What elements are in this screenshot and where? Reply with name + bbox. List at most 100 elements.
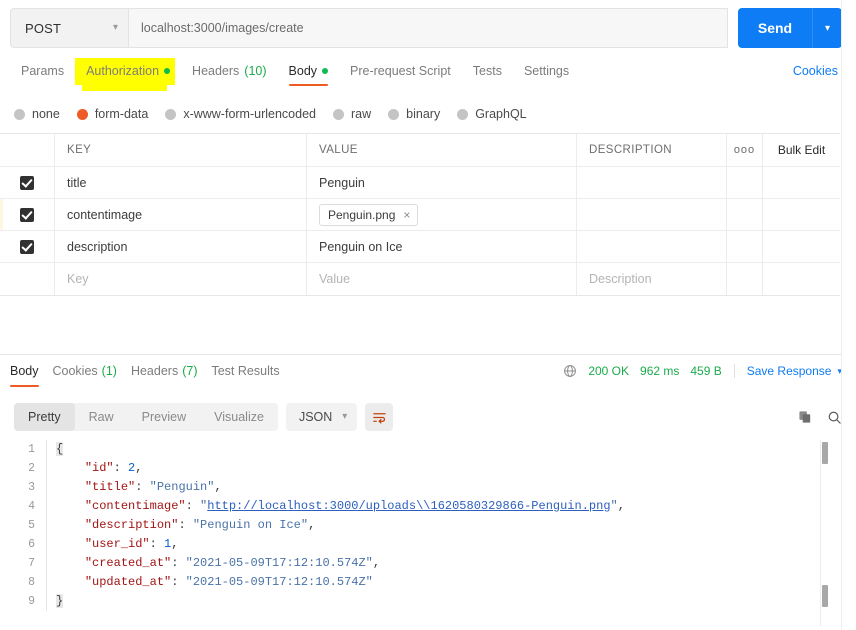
response-tab-test-results[interactable]: Test Results <box>207 362 289 388</box>
table-empty-row: Key Value Description <box>0 263 840 295</box>
table-row: description Penguin on Ice <box>0 231 840 263</box>
code-text[interactable]: "created_at": "2021-05-09T17:12:10.574Z"… <box>46 554 380 573</box>
header-checkbox-cell <box>0 134 55 166</box>
save-response-button[interactable]: Save Response ▾ <box>733 364 842 378</box>
code-text[interactable]: "user_id": 1, <box>46 535 178 554</box>
row-value[interactable]: Penguin on Ice <box>319 240 402 254</box>
row-key[interactable]: description <box>67 240 127 254</box>
row-checkbox[interactable] <box>20 175 34 190</box>
tab-body[interactable]: Body <box>278 58 340 88</box>
code-token: : <box>149 537 165 551</box>
response-tab-cookies[interactable]: Cookies (1) <box>49 362 127 388</box>
row-checkbox[interactable] <box>20 207 34 222</box>
response-format-label: JSON <box>298 410 333 424</box>
copy-icon[interactable] <box>798 410 813 425</box>
code-text[interactable]: } <box>46 592 64 611</box>
send-options-chevron-down-icon[interactable]: ▾ <box>812 8 842 48</box>
table-options-icon[interactable]: ooo <box>734 144 755 156</box>
code-token: : <box>113 461 129 475</box>
search-icon[interactable] <box>827 410 842 425</box>
response-scrollbar[interactable] <box>820 440 828 626</box>
code-text[interactable]: "title": "Penguin", <box>46 478 222 497</box>
send-button[interactable]: Send <box>738 8 812 48</box>
tab-pre-request-script-label: Pre-request Script <box>350 64 451 78</box>
row-checkbox[interactable] <box>20 239 34 254</box>
radio-icon <box>333 108 344 120</box>
file-chip[interactable]: Penguin.png × <box>319 203 419 226</box>
code-token[interactable]: http://localhost:3000/uploads\\162058032… <box>207 499 610 513</box>
body-type-x-www-form-urlencoded[interactable]: x-www-form-urlencoded <box>165 107 316 121</box>
tab-settings[interactable]: Settings <box>513 58 580 88</box>
code-token: , <box>372 556 381 570</box>
body-type-none[interactable]: none <box>14 107 60 121</box>
word-wrap-button[interactable] <box>365 403 394 431</box>
code-line: 3 "title": "Penguin", <box>14 478 820 497</box>
view-mode-visualize[interactable]: Visualize <box>200 403 278 431</box>
code-text[interactable]: "contentimage": "http://localhost:3000/u… <box>46 497 625 516</box>
response-view-mode-group: Pretty Raw Preview Visualize <box>14 403 278 431</box>
url-input[interactable]: localhost:3000/images/create <box>128 8 728 48</box>
code-token: "updated_at" <box>84 575 172 589</box>
code-line: 4 "contentimage": "http://localhost:3000… <box>14 497 820 516</box>
radio-icon <box>388 108 400 120</box>
close-icon[interactable]: × <box>403 208 410 222</box>
code-line: 2 "id": 2, <box>14 459 820 478</box>
response-format-select[interactable]: JSON ▾ <box>285 403 358 431</box>
view-mode-pretty[interactable]: Pretty <box>14 403 75 431</box>
body-type-binary[interactable]: binary <box>388 107 440 121</box>
row-key[interactable]: contentimage <box>67 208 142 222</box>
table-row: contentimage Penguin.png × <box>0 199 840 231</box>
radio-icon <box>457 108 469 120</box>
code-text[interactable]: "updated_at": "2021-05-09T17:12:10.574Z" <box>46 573 373 592</box>
save-response-label: Save Response <box>746 364 832 378</box>
tab-authorization[interactable]: Authorization <box>75 58 181 88</box>
tab-headers[interactable]: Headers (10) <box>181 58 277 88</box>
cookies-link[interactable]: Cookies <box>789 58 842 88</box>
tab-tests[interactable]: Tests <box>462 58 513 88</box>
code-token: "2021-05-09T17:12:10.574Z" <box>185 575 373 589</box>
body-type-binary-label: binary <box>406 107 441 121</box>
code-token: "Penguin on Ice" <box>192 518 309 532</box>
new-key-input[interactable]: Key <box>67 272 89 286</box>
body-type-raw[interactable]: raw <box>333 107 371 121</box>
bulk-edit-button[interactable]: Bulk Edit <box>778 143 825 157</box>
url-text: localhost:3000/images/create <box>141 21 304 35</box>
view-mode-raw[interactable]: Raw <box>75 403 128 431</box>
chevron-down-icon: ▾ <box>342 411 348 422</box>
response-body-code[interactable]: 1{2 "id": 2, 3 "title": "Penguin", 4 "cont… <box>14 440 820 620</box>
code-token: : <box>171 575 186 589</box>
code-line: 9} <box>14 592 820 611</box>
code-token: "user_id" <box>84 537 150 551</box>
body-type-graphql-label: GraphQL <box>475 107 527 121</box>
new-value-input[interactable]: Value <box>319 272 350 286</box>
response-meta: 200 OK 962 ms 459 B Save Response ▾ <box>563 362 842 378</box>
code-token: , <box>214 480 222 494</box>
view-mode-preview[interactable]: Preview <box>128 403 200 431</box>
response-status: 200 OK <box>588 364 630 378</box>
body-type-graphql[interactable]: GraphQL <box>457 107 527 121</box>
code-text[interactable]: "description": "Penguin on Ice", <box>46 516 315 535</box>
code-text[interactable]: { <box>46 440 64 459</box>
new-description-input[interactable]: Description <box>589 272 652 286</box>
tab-pre-request-script[interactable]: Pre-request Script <box>339 58 462 88</box>
row-key[interactable]: title <box>67 176 86 190</box>
body-type-raw-label: raw <box>351 107 372 121</box>
row-value[interactable]: Penguin <box>319 176 365 190</box>
body-type-form-data[interactable]: form-data <box>76 107 148 121</box>
response-tab-body[interactable]: Body <box>10 362 49 388</box>
table-row: title Penguin <box>0 167 840 199</box>
response-tab-headers[interactable]: Headers (7) <box>127 362 208 388</box>
code-line: 6 "user_id": 1, <box>14 535 820 554</box>
http-method-label: POST <box>25 20 62 36</box>
tab-headers-count: (10) <box>244 64 267 78</box>
http-method-select[interactable]: POST ▾ <box>10 8 128 48</box>
code-text[interactable]: "id": 2, <box>46 459 142 478</box>
code-token: : <box>135 480 150 494</box>
response-tools-right <box>798 410 842 425</box>
tab-params[interactable]: Params <box>10 58 75 88</box>
tab-tests-label: Tests <box>472 64 502 78</box>
code-token: "id" <box>84 461 114 475</box>
